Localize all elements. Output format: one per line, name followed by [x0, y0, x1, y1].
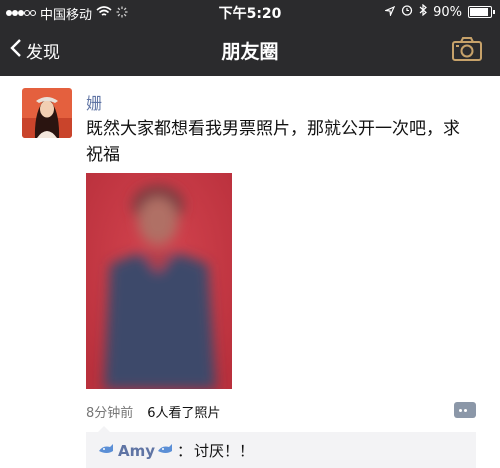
more-icon[interactable] [454, 402, 476, 418]
post-text: 既然大家都想看我男票照片，那就公开一次吧，求祝福 [86, 119, 460, 165]
camera-icon[interactable] [452, 37, 482, 61]
nav-bar: 发现 朋友圈 [0, 24, 500, 76]
back-label: 发现 [26, 43, 60, 63]
comment-author[interactable]: Amy [118, 442, 155, 460]
more-dot [459, 409, 462, 412]
post-meta: 8分钟前 6人看了照片 [86, 402, 221, 421]
battery-icon [468, 6, 495, 18]
comment-separator: ： [177, 442, 193, 460]
page-title: 朋友圈 [221, 41, 279, 63]
post-author[interactable]: 姗 [86, 90, 102, 114]
back-chevron-icon [10, 38, 22, 63]
comment-text: 讨厌！！ [194, 442, 255, 460]
back-button[interactable]: 发现 [10, 38, 60, 63]
post-time: 8分钟前 [86, 406, 134, 421]
comment-section: Amy ： 讨厌！！ [86, 426, 476, 468]
status-bar: 中国移动 下午5:20 90% [0, 0, 500, 24]
status-right: 90% [383, 3, 495, 20]
comment-item[interactable]: Amy ： 讨厌！！ [98, 440, 254, 461]
post-views[interactable]: 6人看了照片 [147, 402, 220, 421]
more-dot [464, 409, 467, 412]
post-photo[interactable] [86, 173, 232, 389]
battery-percent: 90% [433, 4, 462, 20]
emoji-icon [157, 442, 175, 460]
avatar[interactable] [22, 88, 72, 138]
alarm-icon [401, 4, 413, 20]
location-icon [383, 5, 396, 20]
emoji-icon [98, 442, 116, 460]
battery-fill [470, 8, 488, 16]
bluetooth-icon [419, 3, 428, 20]
